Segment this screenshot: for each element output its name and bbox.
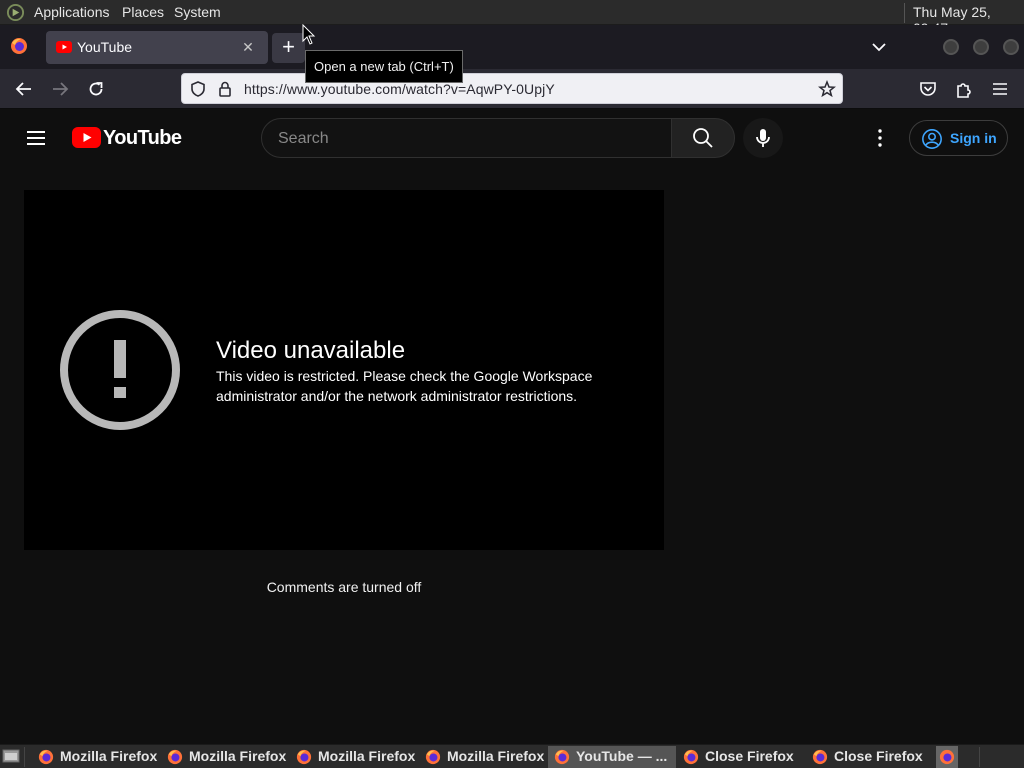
top-panel: Applications Places System Thu May 25, 0… — [0, 0, 1024, 36]
bookmark-star-icon[interactable] — [818, 80, 836, 98]
close-icon[interactable]: ✕ — [236, 35, 260, 59]
places-menu[interactable]: Places — [122, 4, 164, 20]
firefox-icon — [296, 749, 312, 765]
video-player[interactable]: Video unavailable This video is restrict… — [24, 190, 664, 550]
exclamation-circle-icon — [60, 310, 180, 430]
mouse-cursor-icon — [302, 24, 316, 45]
lock-icon[interactable] — [216, 80, 234, 98]
sign-in-label: Sign in — [950, 130, 997, 146]
applications-menu[interactable]: Applications — [34, 4, 110, 20]
taskbar-task-label: Mozilla Firefox — [189, 748, 287, 764]
firefox-tray-icon[interactable] — [936, 746, 958, 768]
youtube-page: YouTube Sign in Video unava — [0, 110, 1024, 744]
panel-separator — [904, 3, 905, 23]
new-tab-button[interactable]: + — [272, 33, 305, 63]
taskbar-task-button[interactable]: Mozilla Firefox — [32, 746, 158, 768]
back-arrow-icon[interactable] — [11, 77, 37, 101]
window-close-button[interactable] — [1003, 39, 1019, 55]
url-bar[interactable]: https://www.youtube.com/watch?v=AqwPY-0U… — [181, 73, 843, 104]
maximize-button[interactable] — [973, 39, 989, 55]
taskbar-task-button[interactable]: Close Firefox — [806, 746, 932, 768]
taskbar-task-button[interactable]: Mozilla Firefox — [161, 746, 287, 768]
pocket-icon[interactable] — [915, 77, 941, 101]
taskbar-task-button[interactable]: Mozilla Firefox — [419, 746, 545, 768]
reload-icon[interactable] — [83, 77, 109, 101]
search-box[interactable] — [261, 118, 672, 158]
taskbar-task-button[interactable]: YouTube — ... — [548, 746, 676, 768]
comments-status: Comments are turned off — [266, 579, 422, 595]
taskbar: Mozilla Firefox Mozilla Firefox Mozilla Fi… — [0, 744, 1024, 768]
new-tab-tooltip: Open a new tab (Ctrl+T) — [305, 50, 463, 83]
applications-logo-icon[interactable] — [6, 3, 25, 22]
forward-arrow-icon[interactable] — [47, 77, 73, 101]
chevron-down-icon[interactable] — [866, 35, 892, 59]
menu-hamburger-icon[interactable] — [987, 77, 1013, 101]
firefox-icon — [812, 749, 828, 765]
error-title: Video unavailable — [216, 337, 406, 364]
more-options-icon[interactable] — [868, 126, 892, 150]
extensions-puzzle-icon[interactable] — [951, 77, 977, 101]
taskbar-separator — [24, 747, 25, 767]
taskbar-task-label: Close Firefox — [834, 748, 923, 764]
taskbar-task-button[interactable]: Close Firefox — [677, 746, 803, 768]
search-button[interactable] — [671, 118, 735, 158]
voice-search-button[interactable] — [743, 118, 783, 158]
tab-title: YouTube — [77, 39, 133, 55]
sign-in-button[interactable]: Sign in — [909, 120, 1008, 156]
taskbar-task-label: Mozilla Firefox — [318, 748, 416, 764]
search-icon — [693, 128, 713, 148]
guide-menu-icon[interactable] — [24, 128, 48, 148]
show-desktop-icon[interactable] — [2, 748, 20, 764]
tab-youtube[interactable]: YouTube ✕ — [46, 31, 268, 64]
firefox-icon — [38, 749, 54, 765]
shield-icon[interactable] — [189, 80, 207, 98]
youtube-logo-text[interactable]: YouTube — [103, 127, 182, 150]
youtube-logo-icon[interactable] — [72, 127, 101, 149]
firefox-view-icon[interactable] — [10, 37, 28, 55]
firefox-icon — [425, 749, 441, 765]
account-circle-icon — [922, 129, 942, 149]
taskbar-separator — [979, 747, 980, 767]
firefox-icon — [939, 749, 955, 765]
taskbar-task-label: Close Firefox — [705, 748, 794, 764]
firefox-icon — [554, 749, 570, 765]
error-message: This video is restricted. Please check t… — [216, 368, 593, 404]
firefox-icon — [167, 749, 183, 765]
system-menu[interactable]: System — [174, 4, 221, 20]
navigation-toolbar: https://www.youtube.com/watch?v=AqwPY-0U… — [0, 69, 1024, 109]
taskbar-task-label: YouTube — ... — [576, 748, 668, 764]
firefox-icon — [683, 749, 699, 765]
taskbar-task-label: Mozilla Firefox — [60, 748, 158, 764]
tab-bar: YouTube ✕ + — [0, 25, 1024, 69]
url-text[interactable]: https://www.youtube.com/watch?v=AqwPY-0U… — [244, 81, 555, 97]
taskbar-task-button[interactable]: Mozilla Firefox — [290, 746, 416, 768]
taskbar-task-label: Mozilla Firefox — [447, 748, 545, 764]
youtube-favicon-icon — [56, 41, 72, 53]
minimize-button[interactable] — [943, 39, 959, 55]
search-input[interactable] — [278, 128, 658, 150]
microphone-icon — [756, 129, 770, 147]
